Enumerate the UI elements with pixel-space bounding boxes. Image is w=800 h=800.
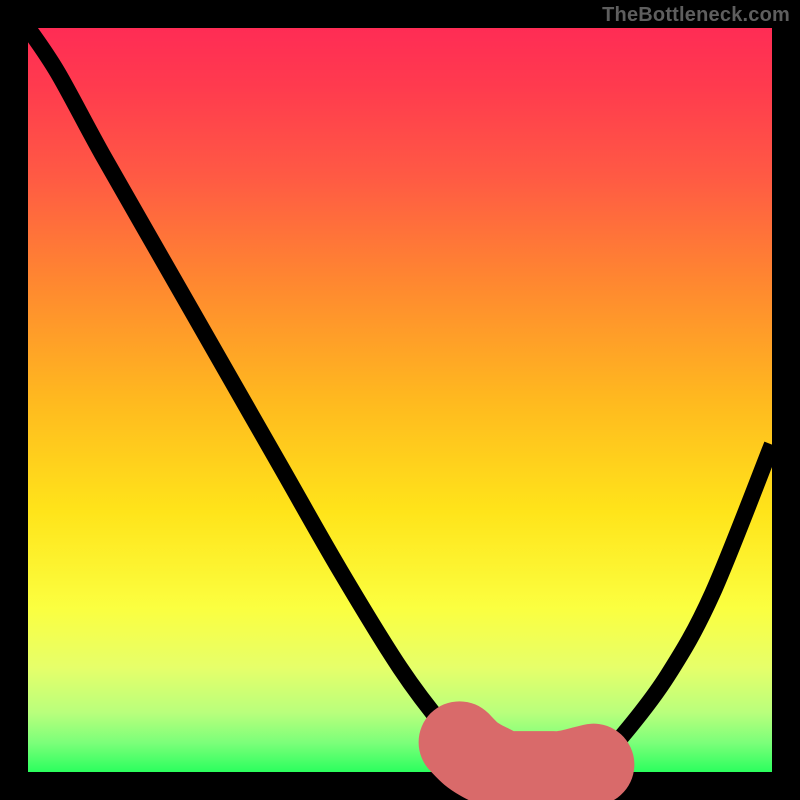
optimal-marker-dot	[583, 754, 604, 775]
chart-svg	[28, 28, 772, 772]
watermark-text: TheBottleneck.com	[602, 4, 790, 27]
optimal-range-highlight	[460, 742, 594, 772]
bottleneck-curve	[28, 28, 772, 773]
plot-area	[28, 28, 772, 772]
chart-frame: TheBottleneck.com	[0, 0, 800, 800]
